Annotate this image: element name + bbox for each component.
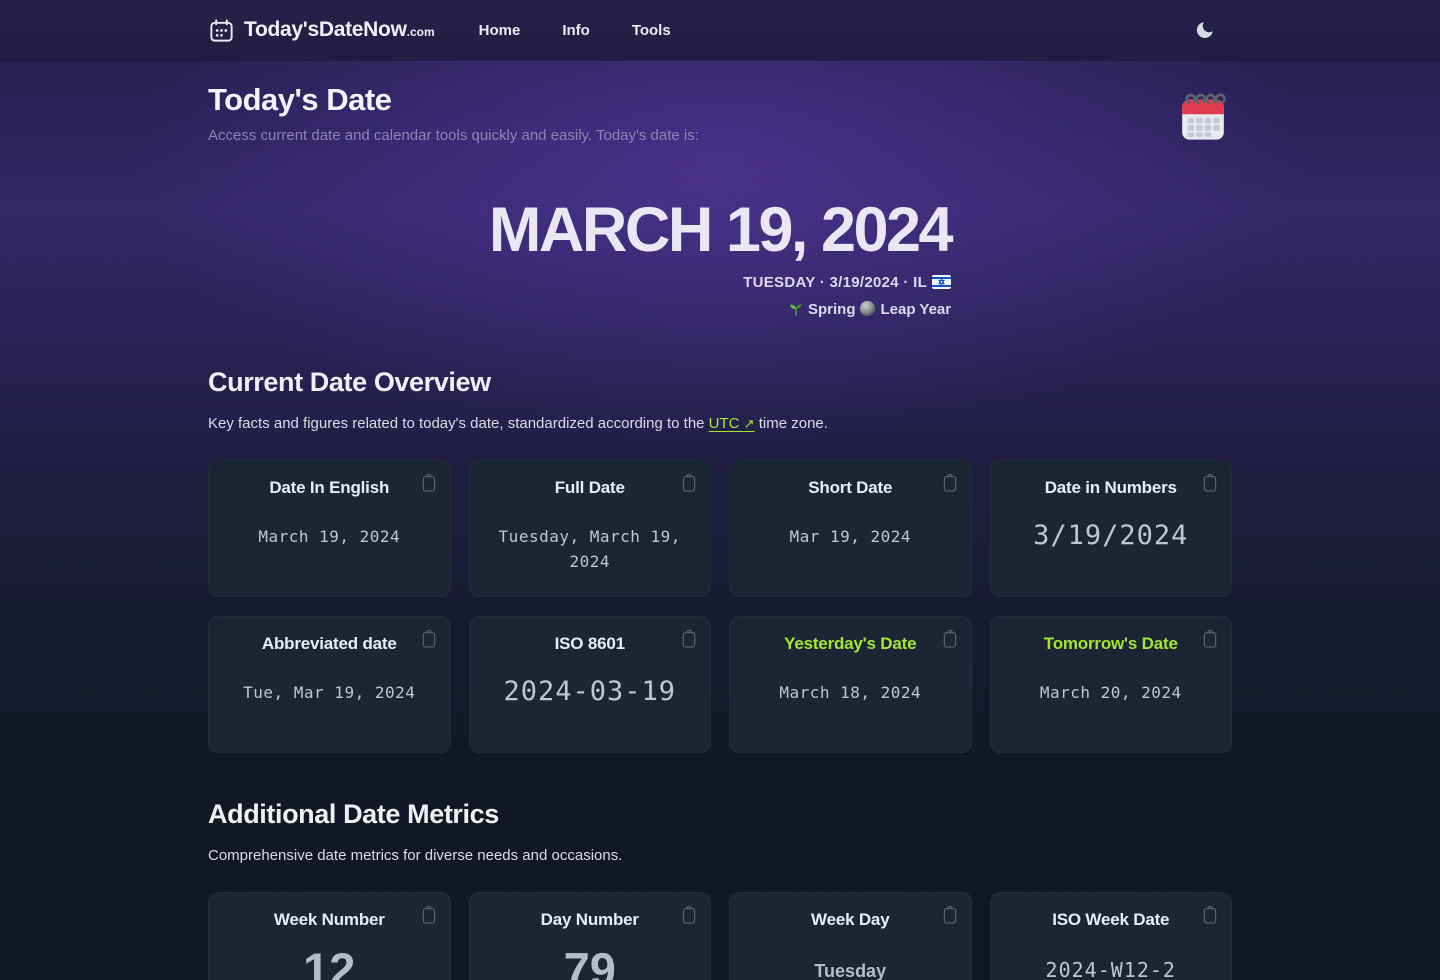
nav-link-home[interactable]: Home [479, 22, 521, 39]
card-date-in-english: Date In English March 19, 2024 [208, 460, 451, 597]
card-value: 79 [484, 942, 697, 980]
spiral-calendar-emoji [1174, 88, 1232, 146]
card-label: Short Date [744, 478, 957, 498]
clipboard-icon [1202, 473, 1218, 493]
card-label: ISO Week Date [1005, 910, 1218, 930]
nav-link-info[interactable]: Info [562, 22, 590, 39]
card-tomorrows-date: Tomorrow's Date March 20, 2024 [990, 616, 1233, 753]
clipboard-icon [421, 473, 437, 493]
clipboard-icon [681, 629, 697, 649]
card-iso-8601: ISO 8601 2024-03-19 [469, 616, 712, 753]
card-label: Full Date [484, 478, 697, 498]
card-label: Week Day [744, 910, 957, 930]
card-value: 2024-W12-2 [1005, 958, 1218, 980]
card-label: Day Number [484, 910, 697, 930]
section-title: Additional Date Metrics [208, 799, 1232, 830]
date-season-line: Spring Leap Year [489, 300, 951, 321]
copy-button[interactable] [1200, 903, 1220, 927]
card-value: March 18, 2024 [744, 681, 957, 706]
nav-link-tools[interactable]: Tools [632, 22, 671, 39]
nav-links: Home Info Tools [479, 22, 671, 39]
clipboard-icon [681, 473, 697, 493]
card-label: Yesterday's Date [744, 634, 957, 654]
crescent-moon-icon [1194, 19, 1216, 41]
new-moon-icon [859, 300, 876, 321]
card-abbreviated-date: Abbreviated date Tue, Mar 19, 2024 [208, 616, 451, 753]
card-date-in-numbers: Date in Numbers 3/19/2024 [990, 460, 1233, 597]
card-label: Tomorrow's Date [1005, 634, 1218, 654]
page-title: Today's Date [208, 82, 699, 118]
brand-suffix: .com [407, 25, 435, 39]
clipboard-icon [681, 905, 697, 925]
card-value: Tue, Mar 19, 2024 [223, 681, 436, 706]
page-subtitle: Access current date and calendar tools q… [208, 127, 699, 144]
calendar-outline-icon [208, 17, 235, 44]
date-meta-line: TUESDAY · 3/19/2024 · IL [489, 274, 951, 293]
theme-toggle-button[interactable] [1190, 15, 1220, 45]
card-value: Mar 19, 2024 [744, 525, 957, 550]
section-current-date-overview: Current Date Overview Key facts and figu… [208, 367, 1232, 753]
card-value: 2024-03-19 [484, 676, 697, 707]
copy-button[interactable] [1200, 471, 1220, 495]
clipboard-icon [942, 473, 958, 493]
section-description: Key facts and figures related to today's… [208, 415, 1232, 432]
copy-button[interactable] [679, 903, 699, 927]
metrics-card-grid: Week Number 12 Day Number 79 Week Day Tu… [208, 892, 1232, 980]
card-label: Date In English [223, 478, 436, 498]
section-title: Current Date Overview [208, 367, 1232, 398]
big-date: MARCH 19, 2024 [489, 194, 951, 266]
card-full-date: Full Date Tuesday, March 19, 2024 [469, 460, 712, 597]
overview-card-grid: Date In English March 19, 2024 Full Date… [208, 460, 1232, 753]
copy-button[interactable] [419, 627, 439, 651]
card-short-date: Short Date Mar 19, 2024 [729, 460, 972, 597]
copy-button[interactable] [940, 903, 960, 927]
card-label: ISO 8601 [484, 634, 697, 654]
clipboard-icon [421, 629, 437, 649]
card-yesterdays-date: Yesterday's Date March 18, 2024 [729, 616, 972, 753]
copy-button[interactable] [940, 627, 960, 651]
utc-link[interactable]: UTC ↗ [709, 415, 755, 432]
section-description: Comprehensive date metrics for diverse n… [208, 847, 1232, 864]
israel-flag-icon [932, 275, 951, 293]
card-week-number: Week Number 12 [208, 892, 451, 980]
copy-button[interactable] [419, 471, 439, 495]
card-value: 12 [223, 942, 436, 980]
clipboard-icon [942, 905, 958, 925]
card-value: March 19, 2024 [223, 525, 436, 550]
copy-button[interactable] [679, 627, 699, 651]
copy-button[interactable] [1200, 627, 1220, 651]
hero-date-block: MARCH 19, 2024 TUESDAY · 3/19/2024 · IL … [208, 194, 1232, 321]
clipboard-icon [1202, 629, 1218, 649]
section-additional-date-metrics: Additional Date Metrics Comprehensive da… [208, 799, 1232, 980]
card-day-number: Day Number 79 [469, 892, 712, 980]
card-iso-week-date: ISO Week Date 2024-W12-2 [990, 892, 1233, 980]
clipboard-icon [421, 905, 437, 925]
card-value: March 20, 2024 [1005, 681, 1218, 706]
seedling-icon [788, 301, 804, 321]
card-value: Tuesday [744, 961, 957, 980]
card-value: Tuesday, March 19, 2024 [484, 525, 697, 575]
card-week-day: Week Day Tuesday [729, 892, 972, 980]
copy-button[interactable] [419, 903, 439, 927]
external-link-arrow-icon: ↗ [744, 416, 755, 431]
brand-name: Today'sDateNow [244, 18, 407, 41]
navbar: Today'sDateNow.com Home Info Tools [0, 0, 1440, 60]
clipboard-icon [1202, 905, 1218, 925]
brand-logo[interactable]: Today'sDateNow.com [208, 17, 435, 44]
card-label: Abbreviated date [223, 634, 436, 654]
clipboard-icon [942, 629, 958, 649]
card-label: Date in Numbers [1005, 478, 1218, 498]
copy-button[interactable] [940, 471, 960, 495]
card-value: 3/19/2024 [1005, 520, 1218, 551]
copy-button[interactable] [679, 471, 699, 495]
card-label: Week Number [223, 910, 436, 930]
